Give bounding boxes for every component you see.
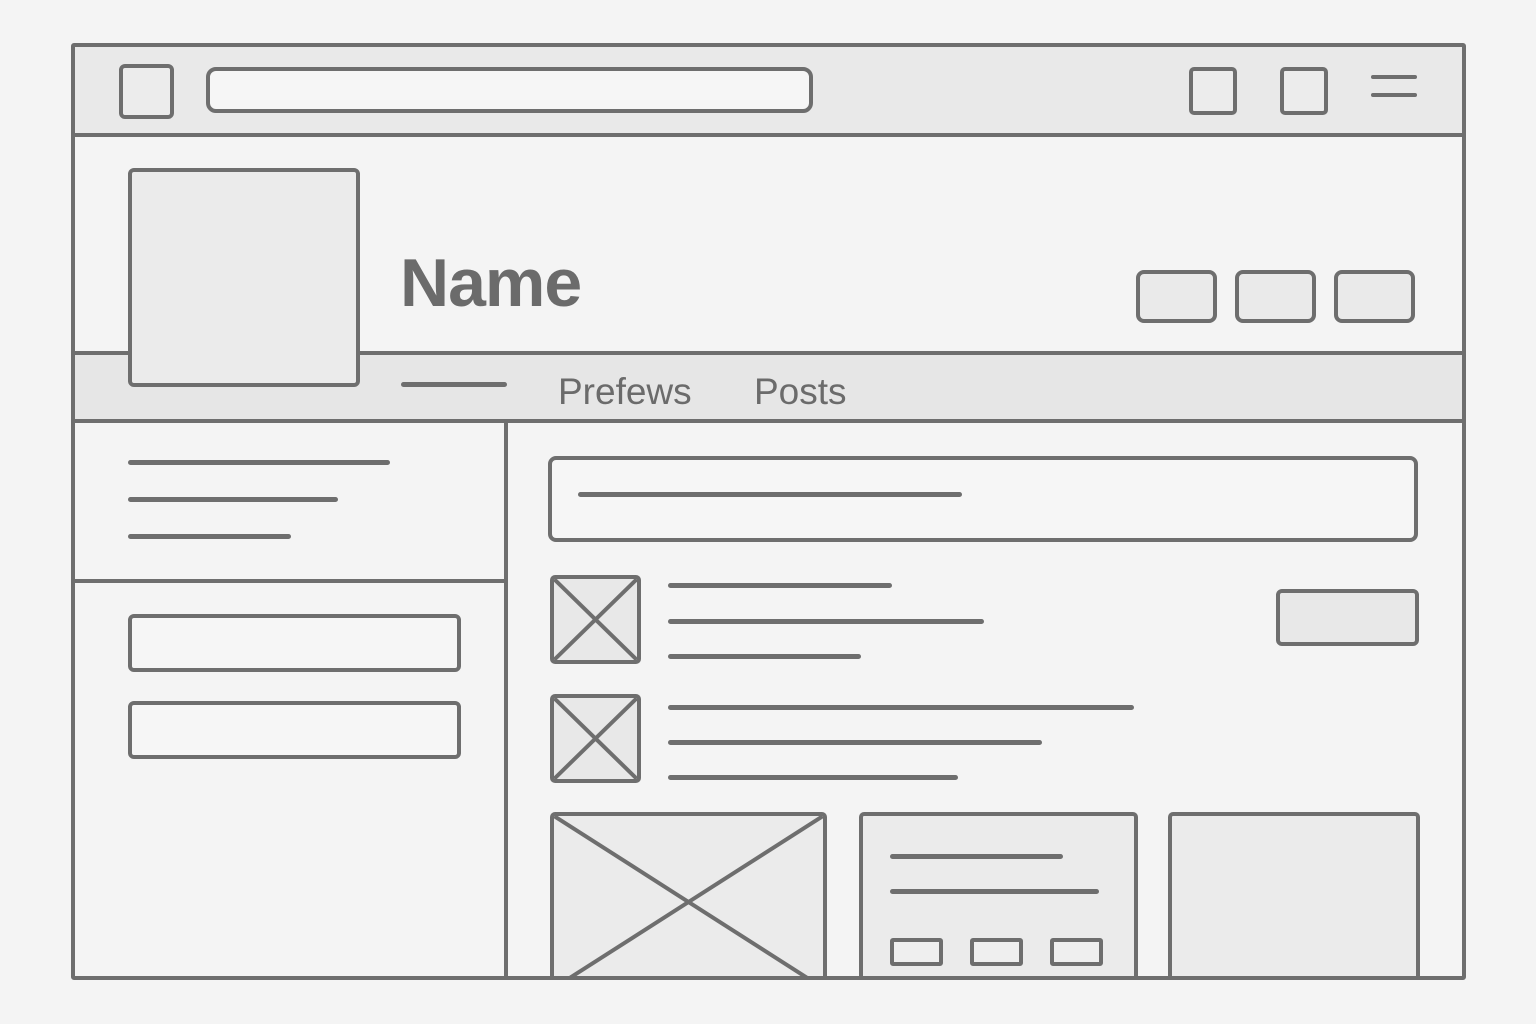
feed-item-line — [668, 619, 984, 624]
header-action-button-1[interactable] — [1136, 270, 1217, 323]
text-placeholder-line — [578, 492, 962, 497]
tab-prefews[interactable]: Prefews — [558, 371, 692, 413]
profile-avatar[interactable] — [128, 168, 360, 387]
feed-item-line — [668, 654, 861, 659]
text-placeholder-line — [128, 497, 338, 502]
text-placeholder-line — [128, 534, 291, 539]
feed-action-button[interactable] — [1276, 589, 1419, 646]
toolbar-button-1[interactable] — [1189, 67, 1237, 115]
card-button-1[interactable] — [890, 938, 943, 966]
sidebar-about-section — [75, 423, 504, 583]
content-card[interactable] — [859, 812, 1138, 976]
header-action-button-3[interactable] — [1334, 270, 1415, 323]
feed-item-line — [668, 775, 958, 780]
feed-item-line — [668, 740, 1042, 745]
tab-posts[interactable]: Posts — [754, 371, 847, 413]
address-bar[interactable] — [206, 67, 813, 113]
tab-active-placeholder[interactable] — [401, 382, 507, 387]
left-sidebar — [75, 423, 508, 976]
header-action-button-2[interactable] — [1235, 270, 1316, 323]
placeholder-image-icon — [550, 575, 641, 664]
browser-window: Name Prefews Posts — [71, 43, 1466, 980]
image-card[interactable] — [550, 812, 827, 976]
feed-item-line — [668, 705, 1134, 710]
placeholder-image-icon — [550, 694, 641, 783]
post-composer-input[interactable] — [548, 456, 1418, 542]
browser-icon-button[interactable] — [119, 64, 174, 119]
feed-item-line — [668, 583, 892, 588]
text-placeholder-line — [890, 889, 1099, 894]
card-button-3[interactable] — [1050, 938, 1103, 966]
browser-toolbar — [75, 47, 1462, 137]
hamburger-menu-icon[interactable] — [1371, 72, 1417, 102]
sidebar-field-1[interactable] — [128, 614, 461, 672]
toolbar-button-2[interactable] — [1280, 67, 1328, 115]
text-placeholder-line — [128, 460, 390, 465]
card-button-2[interactable] — [970, 938, 1023, 966]
text-placeholder-line — [890, 854, 1063, 859]
empty-card[interactable] — [1168, 812, 1420, 976]
profile-name: Name — [400, 245, 582, 321]
sidebar-field-2[interactable] — [128, 701, 461, 759]
